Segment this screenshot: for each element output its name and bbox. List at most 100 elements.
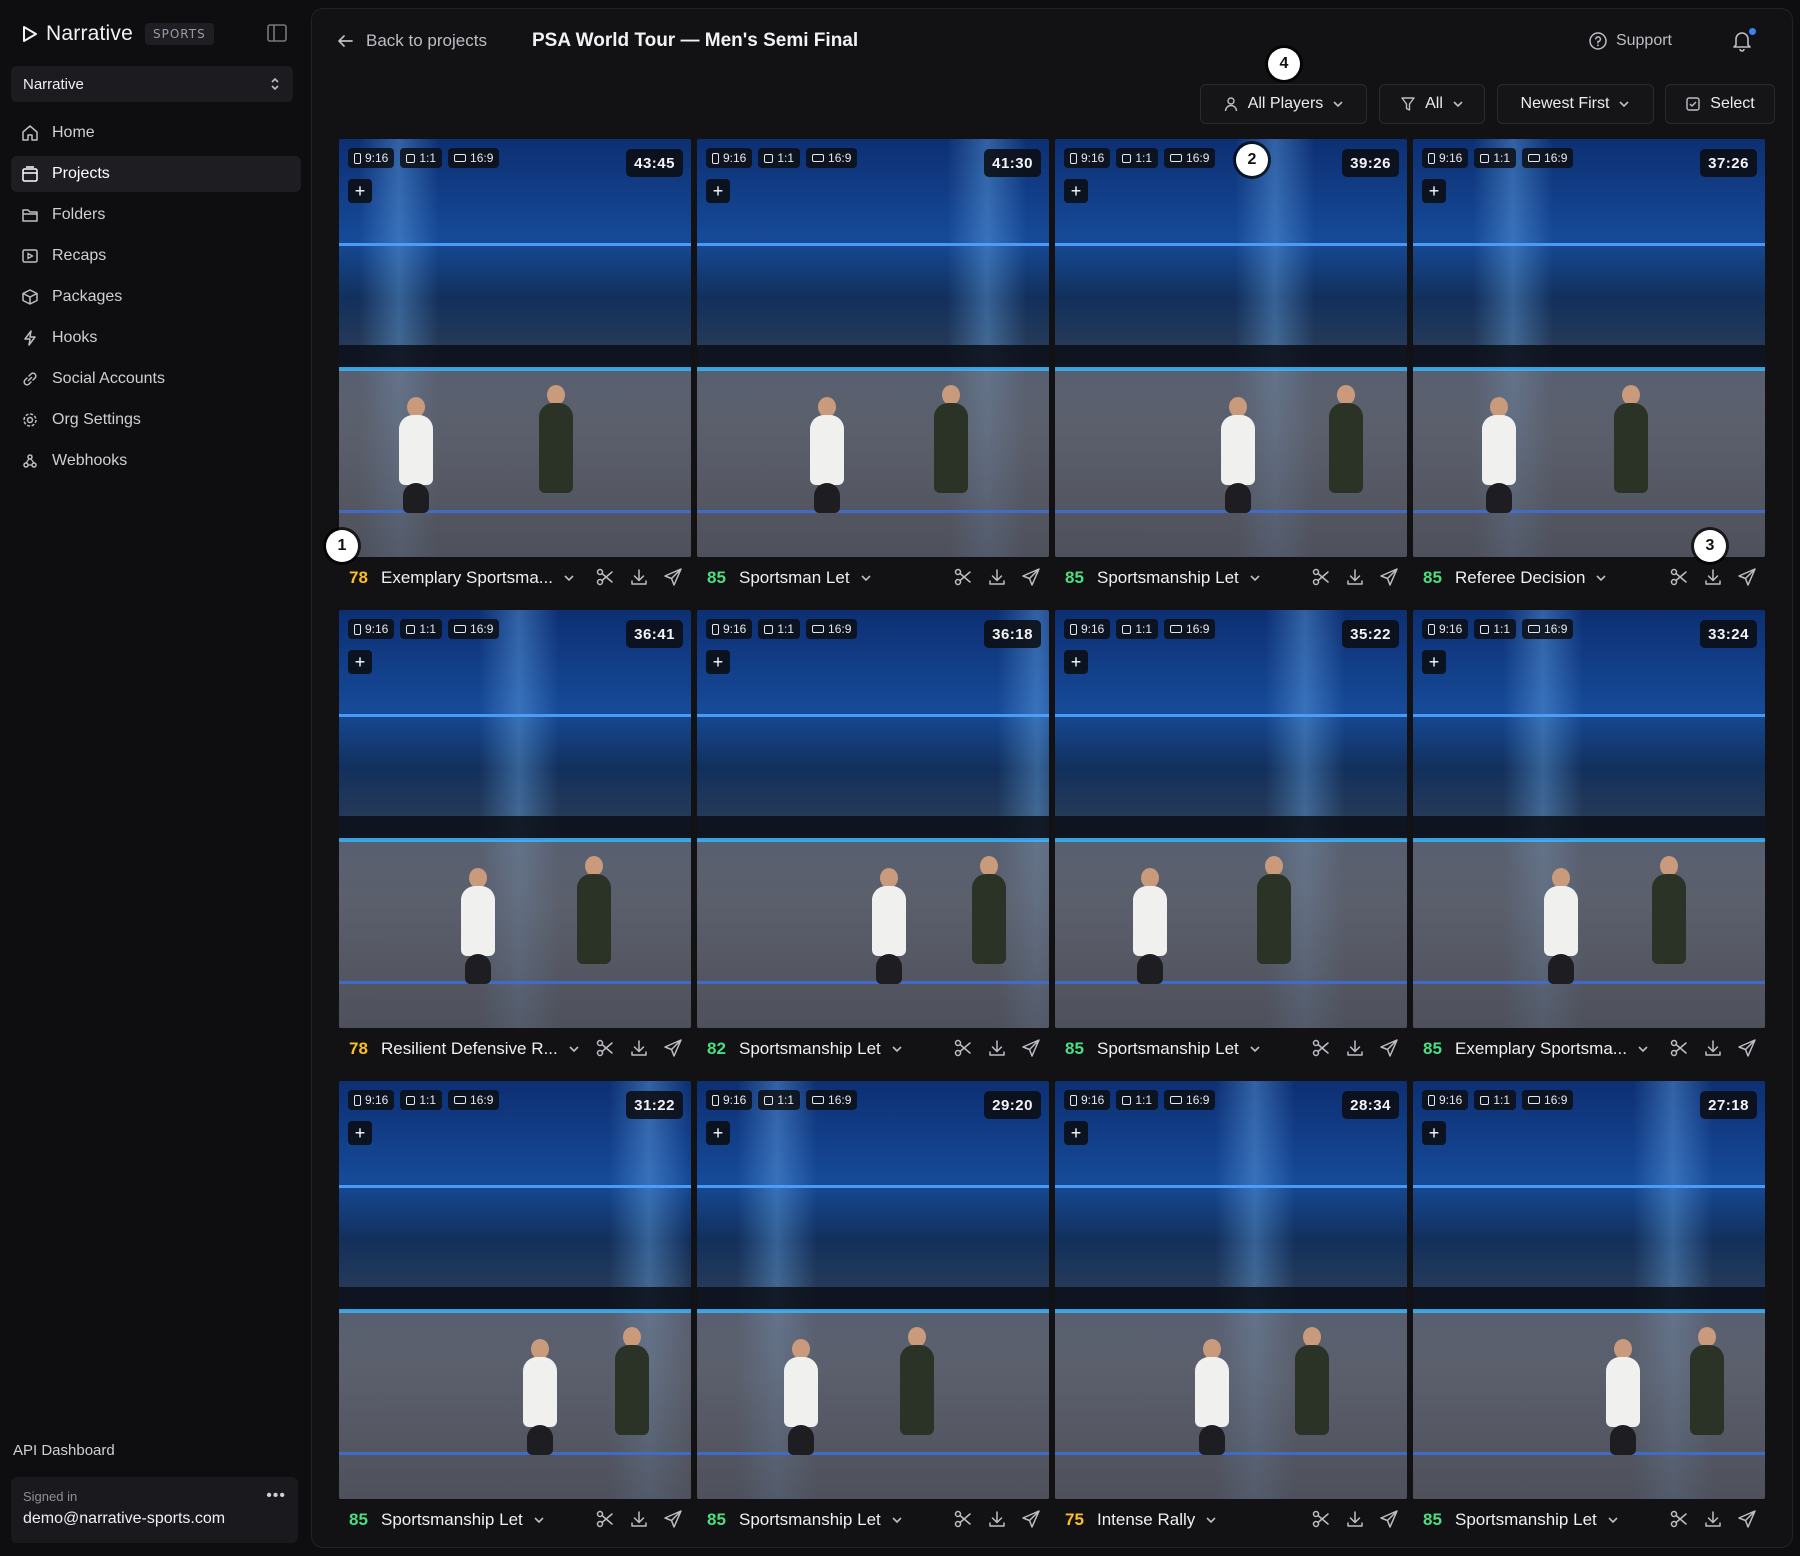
ratio-chip-9-16[interactable]: 9:16 [706,148,753,168]
sidebar-item-org-settings[interactable]: Org Settings [11,402,301,438]
add-clip-button[interactable]: + [706,1121,730,1145]
ratio-chip-16-9[interactable]: 16:9 [448,1090,500,1110]
clip-thumbnail[interactable]: 9:16 1:1 16:9 + 37:26 [1413,139,1765,557]
scissors-icon[interactable] [953,1038,973,1058]
chevron-down-icon[interactable] [1249,574,1261,582]
scissors-icon[interactable] [1669,1509,1689,1529]
clip-thumbnail[interactable]: 9:16 1:1 16:9 + 28:34 [1055,1081,1407,1499]
chevron-down-icon[interactable] [1595,574,1607,582]
ratio-chip-9-16[interactable]: 9:16 [348,148,395,168]
ratio-chip-9-16[interactable]: 9:16 [1064,148,1111,168]
download-icon[interactable] [629,567,649,587]
sidebar-item-folders[interactable]: Folders [11,197,301,233]
ratio-chip-9-16[interactable]: 9:16 [1422,1090,1469,1110]
scissors-icon[interactable] [595,1509,615,1529]
ratio-chip-16-9[interactable]: 16:9 [1164,148,1216,168]
send-icon[interactable] [663,1038,683,1058]
send-icon[interactable] [1379,1509,1399,1529]
clip-thumbnail[interactable]: 9:16 1:1 16:9 + 41:30 [697,139,1049,557]
sort-select[interactable]: Newest First [1497,84,1654,124]
send-icon[interactable] [1737,567,1757,587]
download-icon[interactable] [1703,1509,1723,1529]
add-clip-button[interactable]: + [1064,1121,1088,1145]
clip-thumbnail[interactable]: 9:16 1:1 16:9 + 31:22 [339,1081,691,1499]
clip-thumbnail[interactable]: 9:16 1:1 16:9 + 39:26 [1055,139,1407,557]
download-icon[interactable] [629,1038,649,1058]
sidebar-item-home[interactable]: Home [11,115,301,151]
sidebar-item-recaps[interactable]: Recaps [11,238,301,274]
ratio-chip-1-1[interactable]: 1:1 [1116,148,1159,168]
chevron-down-icon[interactable] [891,1045,903,1053]
scissors-icon[interactable] [1669,1038,1689,1058]
ratio-chip-1-1[interactable]: 1:1 [1474,148,1517,168]
clip-thumbnail[interactable]: 9:16 1:1 16:9 + 36:18 [697,610,1049,1028]
sidebar-item-packages[interactable]: Packages [11,279,301,315]
ratio-chip-16-9[interactable]: 16:9 [806,619,858,639]
ratio-chip-16-9[interactable]: 16:9 [806,148,858,168]
send-icon[interactable] [1379,1038,1399,1058]
select-button[interactable]: Select [1665,84,1775,124]
clip-card[interactable]: 9:16 1:1 16:9 + 33:24 85 Exemplary Sport… [1413,610,1765,1070]
ratio-chip-9-16[interactable]: 9:16 [1422,148,1469,168]
clip-card[interactable]: 9:16 1:1 16:9 + 39:26 85 Sportsmanship L… [1055,139,1407,599]
download-icon[interactable] [1345,1038,1365,1058]
chevron-down-icon[interactable] [563,574,575,582]
scissors-icon[interactable] [953,1509,973,1529]
players-filter-button[interactable]: All Players [1200,84,1367,124]
ratio-chip-16-9[interactable]: 16:9 [1164,619,1216,639]
clip-card[interactable]: 9:16 1:1 16:9 + 43:45 78 Exemplary Sport… [339,139,691,599]
ratio-chip-1-1[interactable]: 1:1 [758,1090,801,1110]
scissors-icon[interactable] [595,567,615,587]
ratio-chip-16-9[interactable]: 16:9 [1522,1090,1574,1110]
clip-thumbnail[interactable]: 9:16 1:1 16:9 + 33:24 [1413,610,1765,1028]
clip-thumbnail[interactable]: 9:16 1:1 16:9 + 29:20 [697,1081,1049,1499]
clip-card[interactable]: 9:16 1:1 16:9 + 27:18 85 Sportsmanship L… [1413,1081,1765,1541]
more-options-icon[interactable]: ••• [266,1487,286,1505]
add-clip-button[interactable]: + [1064,650,1088,674]
clip-thumbnail[interactable]: 9:16 1:1 16:9 + 36:41 [339,610,691,1028]
send-icon[interactable] [1021,567,1041,587]
ratio-chip-16-9[interactable]: 16:9 [1522,148,1574,168]
sidebar-item-social-accounts[interactable]: Social Accounts [11,361,301,397]
download-icon[interactable] [1345,1509,1365,1529]
add-clip-button[interactable]: + [348,1121,372,1145]
ratio-chip-16-9[interactable]: 16:9 [1522,619,1574,639]
org-select[interactable]: Narrative [11,66,293,102]
send-icon[interactable] [663,1509,683,1529]
ratio-chip-9-16[interactable]: 9:16 [1422,619,1469,639]
scissors-icon[interactable] [1311,1038,1331,1058]
scissors-icon[interactable] [1311,1509,1331,1529]
ratio-chip-9-16[interactable]: 9:16 [348,1090,395,1110]
ratio-chip-1-1[interactable]: 1:1 [1116,619,1159,639]
chevron-down-icon[interactable] [1249,1045,1261,1053]
clip-card[interactable]: 9:16 1:1 16:9 + 35:22 85 Sportsmanship L… [1055,610,1407,1070]
add-clip-button[interactable]: + [706,179,730,203]
send-icon[interactable] [1737,1038,1757,1058]
download-icon[interactable] [987,1038,1007,1058]
clip-card[interactable]: 9:16 1:1 16:9 + 36:18 82 Sportsmanship L… [697,610,1049,1070]
clip-thumbnail[interactable]: 9:16 1:1 16:9 + 43:45 [339,139,691,557]
ratio-chip-1-1[interactable]: 1:1 [758,619,801,639]
ratio-chip-16-9[interactable]: 16:9 [448,619,500,639]
account-box[interactable]: Signed in demo@narrative-sports.com ••• [11,1477,298,1543]
add-clip-button[interactable]: + [348,650,372,674]
download-icon[interactable] [629,1509,649,1529]
back-to-projects-link[interactable]: Back to projects [336,31,487,51]
add-clip-button[interactable]: + [706,650,730,674]
chevron-down-icon[interactable] [1607,1516,1619,1524]
ratio-chip-9-16[interactable]: 9:16 [1064,619,1111,639]
ratio-chip-16-9[interactable]: 16:9 [806,1090,858,1110]
download-icon[interactable] [1345,567,1365,587]
ratio-chip-9-16[interactable]: 9:16 [706,619,753,639]
chevron-down-icon[interactable] [533,1516,545,1524]
clip-thumbnail[interactable]: 9:16 1:1 16:9 + 35:22 [1055,610,1407,1028]
clip-card[interactable]: 9:16 1:1 16:9 + 41:30 85 Sportsman Let [697,139,1049,599]
chevron-down-icon[interactable] [860,574,872,582]
chevron-down-icon[interactable] [1637,1045,1649,1053]
clip-card[interactable]: 9:16 1:1 16:9 + 28:34 75 Intense Rally [1055,1081,1407,1541]
sidebar-item-hooks[interactable]: Hooks [11,320,301,356]
brand[interactable]: Narrative SPORTS [22,20,214,48]
ratio-chip-16-9[interactable]: 16:9 [1164,1090,1216,1110]
ratio-chip-1-1[interactable]: 1:1 [758,148,801,168]
add-clip-button[interactable]: + [1064,179,1088,203]
